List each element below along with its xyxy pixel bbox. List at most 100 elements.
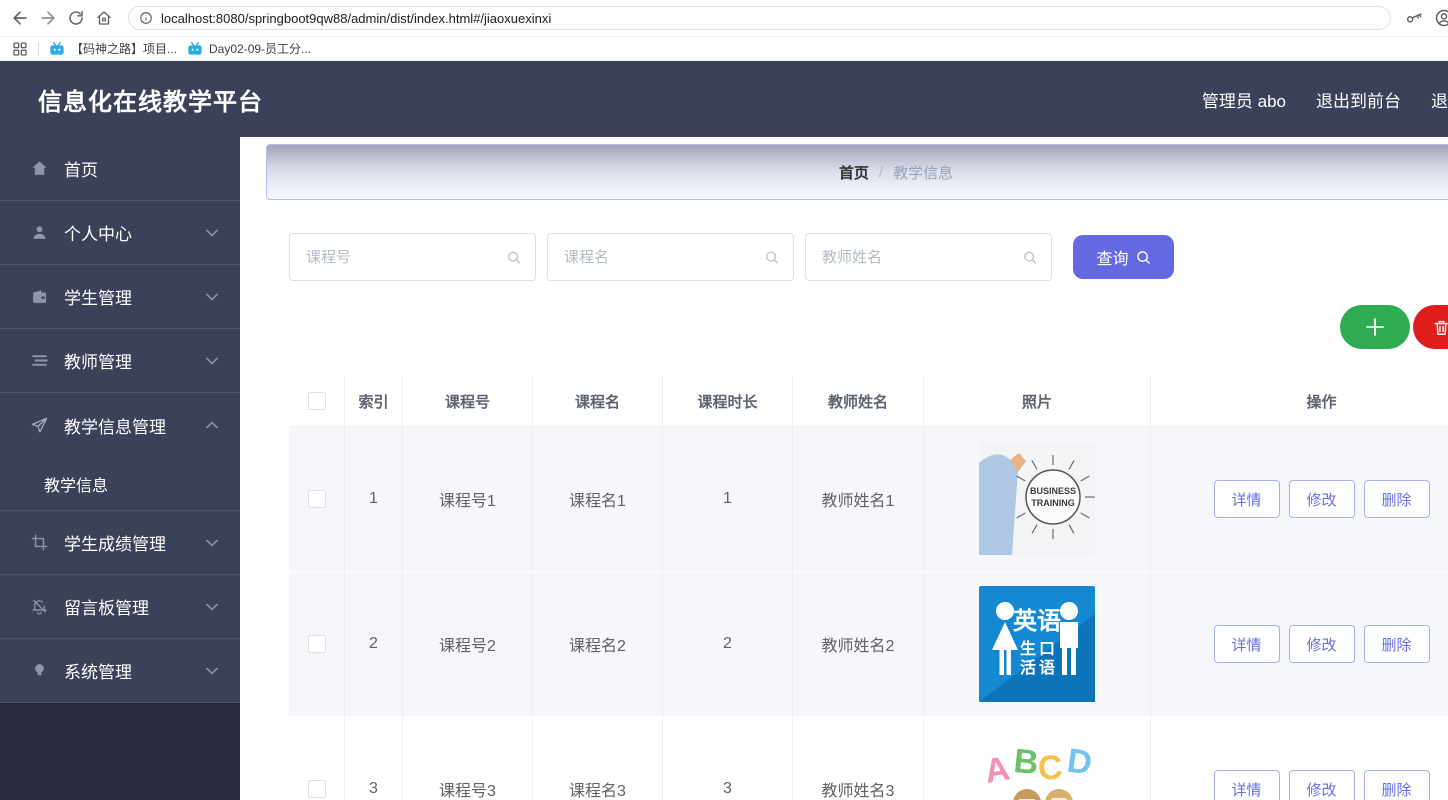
bilibili-icon xyxy=(187,41,203,57)
teacher-name-field xyxy=(805,233,1052,281)
key-icon[interactable] xyxy=(1405,9,1424,28)
svg-text:口: 口 xyxy=(1039,641,1055,658)
logout-link[interactable]: 退 xyxy=(1431,87,1448,112)
wallet-icon xyxy=(30,287,49,306)
row-checkbox[interactable] xyxy=(308,635,326,653)
add-button[interactable] xyxy=(1340,305,1410,349)
sidebar-item-teaching-info-mgmt[interactable]: 教学信息管理 xyxy=(0,393,240,457)
apps-grid-icon[interactable] xyxy=(12,41,28,57)
batch-delete-button[interactable] xyxy=(1413,305,1448,349)
url-text: localhost:8080/springboot9qw88/admin/dis… xyxy=(161,11,551,26)
row-checkbox[interactable] xyxy=(308,490,326,508)
sidebar-item-teacher-mgmt[interactable]: 教师管理 xyxy=(0,329,240,393)
app-header: 信息化在线教学平台 管理员 abo 退出到前台 退 xyxy=(0,61,1448,137)
edit-button[interactable]: 修改 xyxy=(1289,480,1355,518)
home-icon xyxy=(30,159,49,178)
cell-course-no: 课程号1 xyxy=(403,427,533,571)
sidebar-item-system-mgmt[interactable]: 系统管理 xyxy=(0,639,240,703)
sidebar-item-label: 学生成绩管理 xyxy=(64,530,166,555)
browser-toolbar: localhost:8080/springboot9qw88/admin/dis… xyxy=(0,0,1448,37)
chevron-down-icon xyxy=(206,229,218,237)
trash-icon xyxy=(1432,318,1448,337)
admin-user-link[interactable]: 管理员 abo xyxy=(1202,87,1286,112)
info-icon xyxy=(139,11,153,25)
cell-course-no: 课程号2 xyxy=(403,572,533,716)
detail-button[interactable]: 详情 xyxy=(1214,625,1280,663)
chevron-down-icon xyxy=(206,293,218,301)
cell-teacher: 教师姓名3 xyxy=(793,717,924,800)
course-name-input[interactable] xyxy=(562,248,765,267)
col-header-index: 索引 xyxy=(345,376,403,426)
bookmark-1[interactable]: 【码神之路】项目... xyxy=(49,40,177,57)
query-button-label: 查询 xyxy=(1096,245,1128,269)
edit-button[interactable]: 修改 xyxy=(1289,770,1355,800)
home-icon[interactable] xyxy=(90,4,118,32)
sidebar-item-student-mgmt[interactable]: 学生管理 xyxy=(0,265,240,329)
teaching-info-table: 索引 课程号 课程名 课程时长 教师姓名 照片 操作 1 课程号1 课程名1 1… xyxy=(289,376,1448,800)
detail-button[interactable]: 详情 xyxy=(1214,480,1280,518)
profile-icon[interactable] xyxy=(1434,8,1448,28)
breadcrumb-current: 教学信息 xyxy=(893,162,953,183)
delete-button[interactable]: 删除 xyxy=(1364,770,1430,800)
search-icon xyxy=(765,250,779,265)
course-photo-english-speaking: 英语 生 口 活 语 xyxy=(979,586,1095,702)
col-header-duration: 课程时长 xyxy=(663,376,793,426)
delete-button[interactable]: 删除 xyxy=(1364,480,1430,518)
row-actions: 详情 修改 删除 xyxy=(1214,480,1430,518)
breadcrumb-home[interactable]: 首页 xyxy=(839,162,869,183)
sidebar-item-home[interactable]: 首页 xyxy=(0,137,240,201)
cell-course-name: 课程名1 xyxy=(533,427,663,571)
query-button[interactable]: 查询 xyxy=(1073,235,1174,279)
sidebar-item-label: 教学信息管理 xyxy=(64,413,166,438)
exit-to-front-link[interactable]: 退出到前台 xyxy=(1316,87,1401,112)
search-icon xyxy=(1023,250,1037,265)
svg-text:英语: 英语 xyxy=(1013,608,1061,635)
delete-button[interactable]: 删除 xyxy=(1364,625,1430,663)
cell-duration: 3 xyxy=(663,717,793,800)
search-icon xyxy=(1136,250,1151,265)
sidebar-item-label: 系统管理 xyxy=(64,658,132,683)
detail-button[interactable]: 详情 xyxy=(1214,770,1280,800)
crop-icon xyxy=(30,533,49,552)
edit-button[interactable]: 修改 xyxy=(1289,625,1355,663)
sidebar-item-student-score-mgmt[interactable]: 学生成绩管理 xyxy=(0,511,240,575)
svg-text:BUSINESS: BUSINESS xyxy=(1030,486,1076,496)
sidebar-item-label: 个人中心 xyxy=(64,220,132,245)
cell-index: 1 xyxy=(345,427,403,571)
bookmark-2[interactable]: Day02-09-员工分... xyxy=(187,40,311,57)
bell-off-icon xyxy=(30,597,49,616)
col-header-photo: 照片 xyxy=(924,376,1151,426)
sidebar-item-label: 首页 xyxy=(64,156,98,181)
cell-duration: 2 xyxy=(663,572,793,716)
course-name-field xyxy=(547,233,794,281)
refresh-icon[interactable] xyxy=(62,4,90,32)
col-header-course-name: 课程名 xyxy=(533,376,663,426)
forward-icon[interactable] xyxy=(34,4,62,32)
table-row: 1 课程号1 课程名1 1 教师姓名1 xyxy=(289,427,1448,572)
breadcrumb-separator: / xyxy=(879,164,883,181)
url-bar[interactable]: localhost:8080/springboot9qw88/admin/dis… xyxy=(128,6,1391,30)
header-right: 管理员 abo 退出到前台 退 xyxy=(1202,87,1448,112)
list-icon xyxy=(30,351,49,370)
sidebar-item-personal-center[interactable]: 个人中心 xyxy=(0,201,240,265)
chevron-down-icon xyxy=(206,539,218,547)
sidebar-item-label: 教师管理 xyxy=(64,348,132,373)
teacher-name-input[interactable] xyxy=(820,248,1023,267)
search-row: 查询 xyxy=(289,233,1174,281)
row-checkbox[interactable] xyxy=(308,780,326,798)
svg-text:B: B xyxy=(1012,742,1040,782)
back-icon[interactable] xyxy=(6,4,34,32)
table-row: 2 课程号2 课程名2 2 教师姓名2 xyxy=(289,572,1448,717)
course-no-input[interactable] xyxy=(304,248,507,267)
search-icon xyxy=(507,250,521,265)
sidebar-subitem-teaching-info[interactable]: 教学信息 xyxy=(0,457,240,511)
row-actions: 详情 修改 删除 xyxy=(1214,625,1430,663)
sidebar-item-label: 学生管理 xyxy=(64,284,132,309)
row-actions: 详情 修改 删除 xyxy=(1214,770,1430,800)
cell-index: 3 xyxy=(345,717,403,800)
cell-teacher: 教师姓名1 xyxy=(793,427,924,571)
svg-text:D: D xyxy=(1065,742,1095,783)
sidebar-item-message-board-mgmt[interactable]: 留言板管理 xyxy=(0,575,240,639)
select-all-checkbox[interactable] xyxy=(308,392,326,410)
chevron-down-icon xyxy=(206,667,218,675)
